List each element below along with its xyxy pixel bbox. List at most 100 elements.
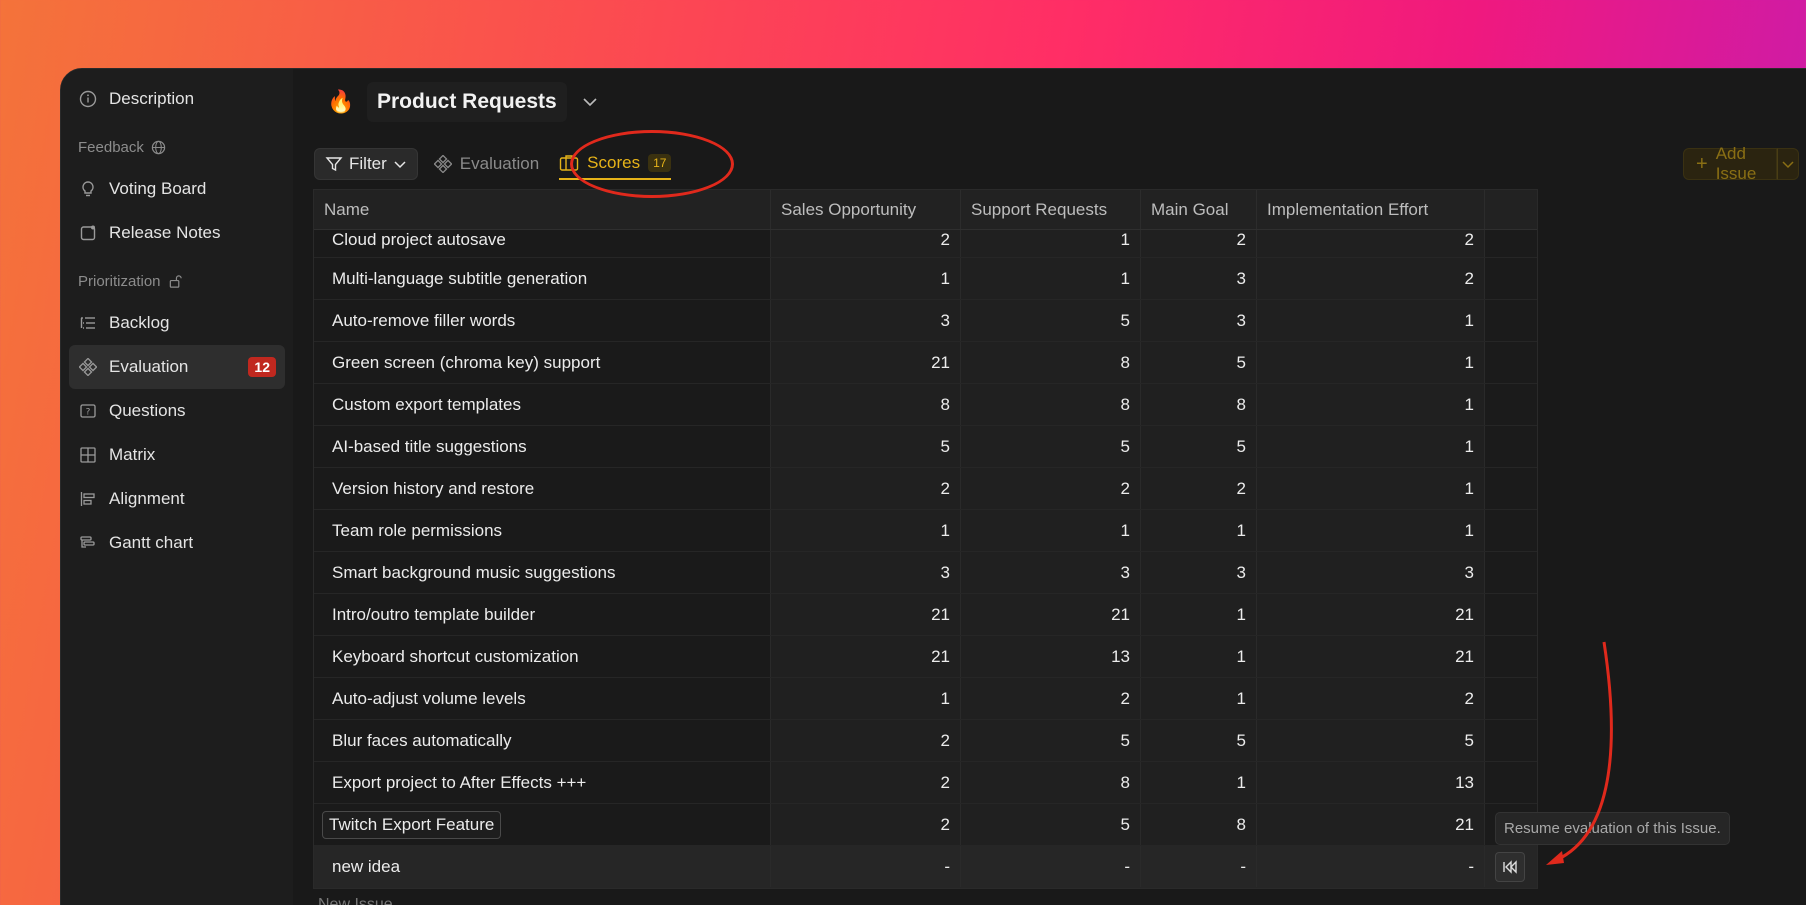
score-cell[interactable]: 2 — [1257, 678, 1485, 719]
score-cell[interactable]: 5 — [1141, 426, 1257, 467]
score-cell[interactable]: 5 — [961, 300, 1141, 341]
cell-name[interactable]: Auto-adjust volume levels — [314, 678, 771, 719]
cell-name[interactable]: AI-based title suggestions — [314, 426, 771, 467]
tab-scores[interactable]: Scores 17 — [559, 148, 672, 180]
cell-name[interactable]: new idea — [314, 846, 771, 887]
score-cell[interactable]: - — [771, 846, 961, 887]
score-cell[interactable]: 8 — [1141, 384, 1257, 425]
sidebar-item-alignment[interactable]: Alignment — [69, 477, 285, 521]
score-cell[interactable]: 13 — [1257, 762, 1485, 803]
score-cell[interactable]: 21 — [771, 342, 961, 383]
score-cell[interactable]: 1 — [1141, 762, 1257, 803]
cell-name[interactable]: Export project to After Effects +++ — [314, 762, 771, 803]
sidebar-item-description[interactable]: Description — [69, 77, 285, 121]
table-row[interactable]: AI-based title suggestions 5 5 5 1 — [314, 426, 1537, 468]
score-cell[interactable]: 5 — [1257, 720, 1485, 761]
column-header-implementation-effort[interactable]: Implementation Effort — [1257, 190, 1485, 229]
score-cell[interactable]: 2 — [771, 468, 961, 509]
cell-name[interactable]: Green screen (chroma key) support — [314, 342, 771, 383]
table-row[interactable]: Version history and restore 2 2 2 1 — [314, 468, 1537, 510]
sidebar-item-release-notes[interactable]: Release Notes — [69, 211, 285, 255]
sidebar-item-gantt-chart[interactable]: Gantt chart — [69, 521, 285, 565]
score-cell[interactable]: 13 — [961, 636, 1141, 677]
score-cell[interactable]: 8 — [771, 384, 961, 425]
page-title[interactable]: Product Requests — [367, 82, 567, 122]
add-issue-dropdown[interactable] — [1777, 148, 1800, 180]
score-cell[interactable]: 1 — [1257, 300, 1485, 341]
score-cell[interactable]: 1 — [1257, 510, 1485, 551]
cell-name[interactable]: Smart background music suggestions — [314, 552, 771, 593]
table-row[interactable]: Twitch Export Feature 2 5 8 21 — [314, 804, 1537, 846]
score-cell[interactable]: 21 — [1257, 804, 1485, 845]
cell-name[interactable]: Cloud project autosave — [314, 230, 771, 257]
score-cell[interactable]: 3 — [1141, 258, 1257, 299]
score-cell[interactable]: 2 — [771, 720, 961, 761]
score-cell[interactable]: 3 — [1141, 300, 1257, 341]
score-cell[interactable]: 21 — [1257, 594, 1485, 635]
score-cell[interactable]: 1 — [1141, 636, 1257, 677]
globe-icon[interactable] — [151, 140, 166, 155]
cell-name[interactable]: Intro/outro template builder — [314, 594, 771, 635]
score-cell[interactable]: 5 — [1141, 342, 1257, 383]
score-cell[interactable]: 2 — [961, 468, 1141, 509]
column-header-name[interactable]: Name — [314, 190, 771, 229]
unlock-icon[interactable] — [168, 274, 183, 289]
score-cell[interactable]: 5 — [1141, 720, 1257, 761]
table-row[interactable]: Intro/outro template builder 21 21 1 21 — [314, 594, 1537, 636]
score-cell[interactable]: 1 — [1141, 678, 1257, 719]
score-cell[interactable]: 2 — [1141, 468, 1257, 509]
table-row[interactable]: Smart background music suggestions 3 3 3 3 — [314, 552, 1537, 594]
sidebar-item-evaluation[interactable]: Evaluation 12 — [69, 345, 285, 389]
score-cell[interactable]: 3 — [771, 300, 961, 341]
table-row[interactable]: Blur faces automatically 2 5 5 5 — [314, 720, 1537, 762]
score-cell[interactable]: - — [961, 846, 1141, 887]
score-cell[interactable]: 2 — [771, 804, 961, 845]
score-cell[interactable]: 1 — [1141, 594, 1257, 635]
score-cell[interactable]: 2 — [771, 762, 961, 803]
score-cell[interactable]: 1 — [1257, 426, 1485, 467]
score-cell[interactable]: 1 — [771, 678, 961, 719]
table-row[interactable]: Auto-adjust volume levels 1 2 1 2 — [314, 678, 1537, 720]
score-cell[interactable]: 2 — [961, 678, 1141, 719]
score-cell[interactable]: 1 — [1141, 510, 1257, 551]
issue-name[interactable]: Twitch Export Feature — [322, 810, 502, 839]
resume-evaluation-button[interactable] — [1495, 851, 1525, 882]
column-header-main-goal[interactable]: Main Goal — [1141, 190, 1257, 229]
score-cell[interactable]: 8 — [961, 342, 1141, 383]
score-cell[interactable]: 5 — [961, 426, 1141, 467]
tab-evaluation[interactable]: Evaluation — [433, 148, 539, 180]
score-cell[interactable]: 2 — [771, 230, 961, 257]
column-header-support-requests[interactable]: Support Requests — [961, 190, 1141, 229]
score-cell[interactable]: 1 — [961, 258, 1141, 299]
score-cell[interactable]: 2 — [1257, 258, 1485, 299]
score-cell[interactable]: 1 — [771, 510, 961, 551]
sidebar-item-questions[interactable]: ? Questions — [69, 389, 285, 433]
cell-name[interactable]: Blur faces automatically — [314, 720, 771, 761]
score-cell[interactable]: 8 — [961, 384, 1141, 425]
cell-name[interactable]: Twitch Export Feature — [314, 804, 771, 845]
score-cell[interactable]: 1 — [961, 510, 1141, 551]
sidebar-item-matrix[interactable]: Matrix — [69, 433, 285, 477]
table-row[interactable]: Keyboard shortcut customization 21 13 1 21 — [314, 636, 1537, 678]
filter-button[interactable]: Filter — [314, 148, 418, 180]
score-cell[interactable]: 21 — [771, 594, 961, 635]
score-cell[interactable]: 8 — [1141, 804, 1257, 845]
table-row[interactable]: Cloud project autosave 2 1 2 2 — [314, 230, 1537, 258]
score-cell[interactable]: 8 — [961, 762, 1141, 803]
table-row[interactable]: Team role permissions 1 1 1 1 — [314, 510, 1537, 552]
score-cell[interactable]: 21 — [771, 636, 961, 677]
score-cell[interactable]: 1 — [1257, 468, 1485, 509]
score-cell[interactable]: 3 — [1257, 552, 1485, 593]
score-cell[interactable]: 3 — [771, 552, 961, 593]
score-cell[interactable]: 1 — [961, 230, 1141, 257]
cell-name[interactable]: Team role permissions — [314, 510, 771, 551]
table-row[interactable]: Auto-remove filler words 3 5 3 1 — [314, 300, 1537, 342]
score-cell[interactable]: - — [1141, 846, 1257, 887]
score-cell[interactable]: 5 — [961, 804, 1141, 845]
cell-name[interactable]: Custom export templates — [314, 384, 771, 425]
cell-name[interactable]: Auto-remove filler words — [314, 300, 771, 341]
cell-name[interactable]: Multi-language subtitle generation — [314, 258, 771, 299]
table-row[interactable]: Custom export templates 8 8 8 1 — [314, 384, 1537, 426]
score-cell[interactable]: 21 — [1257, 636, 1485, 677]
score-cell[interactable]: 1 — [1257, 342, 1485, 383]
